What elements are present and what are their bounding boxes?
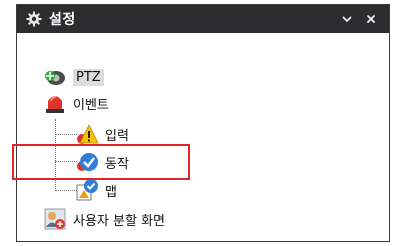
settings-panel: 설정 PTZ 이벤트 입력 동작 맵 사용자 분할 화면	[16, 4, 390, 242]
close-icon[interactable]	[361, 9, 381, 29]
tree-item-label: 사용자 분할 화면	[73, 213, 165, 229]
map-check-icon	[75, 178, 99, 202]
tree-item-ptz[interactable]: PTZ	[43, 65, 104, 89]
tree-item-user-split-screen[interactable]: 사용자 분할 화면	[43, 207, 165, 231]
panel-title: 설정	[49, 12, 76, 28]
tree-item-label: 이벤트	[73, 97, 109, 113]
user-split-screen-icon	[43, 207, 67, 231]
tree-item-event[interactable]: 이벤트	[43, 91, 109, 115]
panel-titlebar: 설정	[17, 5, 389, 33]
settings-tree: PTZ 이벤트 입력 동작 맵 사용자 분할 화면	[17, 33, 389, 241]
highlight-frame	[12, 144, 190, 180]
alarm-light-icon	[43, 91, 67, 115]
tree-item-label: PTZ	[73, 68, 104, 86]
warning-icon	[75, 122, 99, 146]
tree-connector	[55, 134, 77, 135]
tree-item-map[interactable]: 맵	[75, 178, 117, 202]
tree-connector	[55, 190, 77, 191]
ptz-camera-icon	[43, 65, 67, 89]
gear-icon	[26, 11, 42, 27]
chevron-down-icon[interactable]	[337, 9, 357, 29]
tree-item-input[interactable]: 입력	[75, 122, 129, 146]
tree-item-label: 맵	[105, 184, 117, 200]
tree-item-label: 입력	[105, 128, 129, 144]
